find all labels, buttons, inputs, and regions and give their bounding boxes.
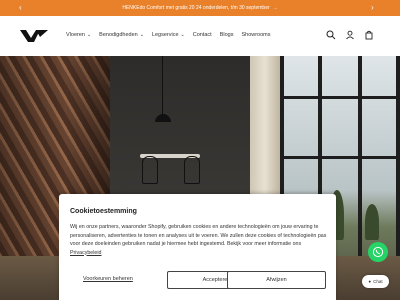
brand-logo[interactable]: [20, 30, 48, 42]
main-nav: Vloeren ⌄ Benodigdheden ⌄ Legservice ⌄ Cont…: [66, 32, 279, 38]
cookie-title: Cookietoestemming: [70, 208, 137, 215]
search-icon[interactable]: [326, 30, 336, 40]
announcement-bar: ‹ HENKEdo Comfort met gratis 20 24 onder…: [0, 0, 400, 16]
nav-item-showrooms[interactable]: Showrooms: [241, 32, 270, 38]
window-frame: [280, 156, 400, 159]
chat-widget-button[interactable]: ● Chat: [362, 275, 389, 288]
nav-item-legservice[interactable]: Legservice ⌄: [152, 32, 185, 38]
cart-icon[interactable]: [364, 30, 374, 40]
chevron-down-icon: ⌄: [139, 32, 144, 38]
lamp-cord: [162, 56, 163, 116]
cookie-banner: Cookietoestemming Wij en onze partners, …: [59, 194, 336, 300]
hero-tree: [365, 204, 379, 240]
privacy-policy-link[interactable]: Privacybeleid: [70, 250, 102, 256]
chevron-down-icon: ⌄: [180, 32, 185, 38]
window-frame: [280, 96, 400, 99]
account-icon[interactable]: [345, 30, 355, 40]
nav-item-blogs[interactable]: Blogs: [220, 32, 234, 38]
site-header: Vloeren ⌄ Benodigdheden ⌄ Legservice ⌄ Cont…: [0, 16, 400, 56]
whatsapp-icon[interactable]: [368, 242, 388, 262]
manage-preferences-link[interactable]: Voorkeuren beheren: [83, 276, 133, 282]
announcement-text[interactable]: HENKEdo Comfort met gratis 20 24 onderde…: [0, 5, 400, 11]
chat-bubble-icon: ●: [368, 279, 372, 284]
cookie-text: Wij en onze partners, waaronder Shopify,…: [70, 224, 327, 256]
chevron-right-icon[interactable]: ›: [371, 3, 374, 13]
nav-item-vloeren[interactable]: Vloeren ⌄: [66, 32, 91, 38]
chevron-down-icon: ⌄: [86, 32, 92, 38]
chair: [142, 156, 158, 184]
arrow-right-icon: →: [272, 5, 278, 11]
nav-item-contact[interactable]: Contact: [193, 32, 212, 38]
nav-item-benodigdheden[interactable]: Benodigdheden ⌄: [99, 32, 144, 38]
chair: [184, 156, 200, 184]
reject-button[interactable]: Afwijzen: [227, 271, 326, 289]
header-icons: [326, 30, 374, 40]
